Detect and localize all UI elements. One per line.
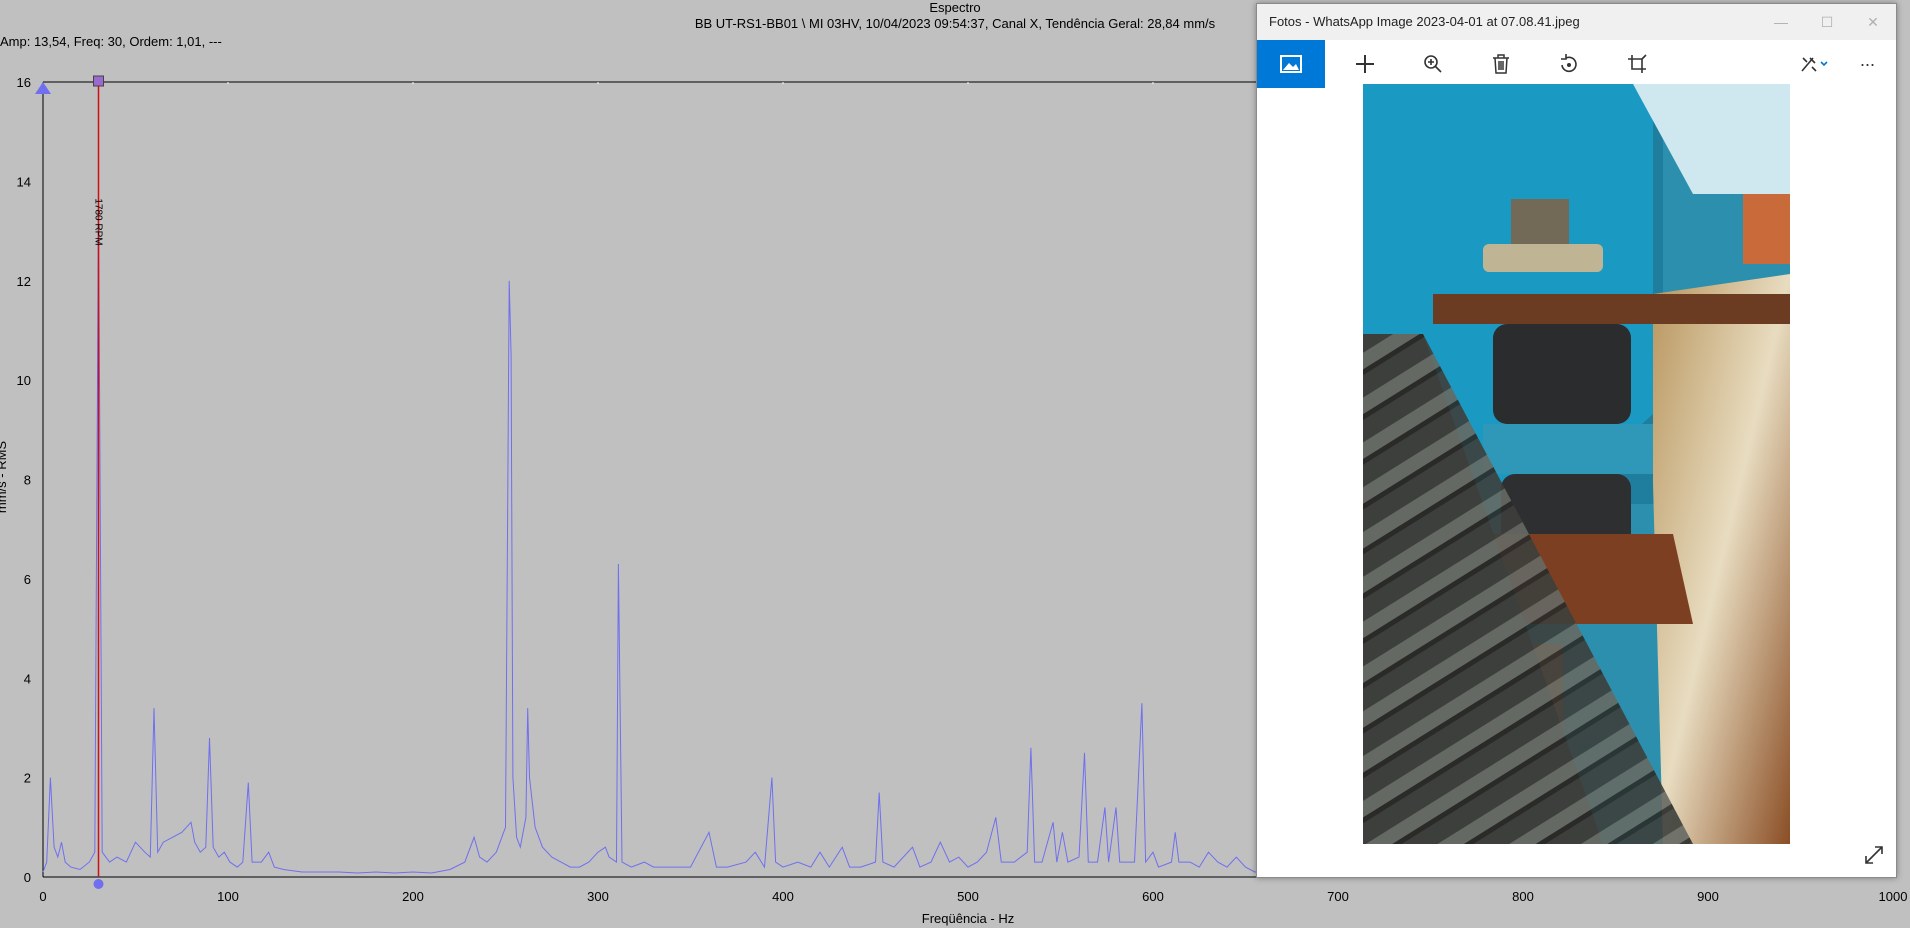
cursor-layer[interactable]: 1780 RPM — [35, 75, 104, 889]
add-button[interactable] — [1341, 40, 1389, 88]
series-layer — [42, 204, 1264, 874]
y-tick-label: 0 — [24, 870, 31, 885]
x-tick-label: 100 — [217, 889, 239, 904]
x-tick-labels: 0 100 200 300 400 500 600 700 800 900 1000 — [39, 889, 1907, 904]
zoom-in-icon — [1424, 55, 1442, 73]
y-tick-label: 2 — [24, 771, 31, 786]
photos-title-bar[interactable]: Fotos - WhatsApp Image 2023-04-01 at 07.… — [1257, 4, 1896, 40]
image-icon — [1280, 55, 1302, 73]
photos-window-title: Fotos - WhatsApp Image 2023-04-01 at 07.… — [1269, 14, 1580, 29]
crop-button[interactable] — [1613, 40, 1661, 88]
x-tick-label: 300 — [587, 889, 609, 904]
edit-menu-button[interactable] — [1787, 40, 1843, 88]
y-tick-label: 16 — [17, 75, 31, 90]
crop-icon — [1628, 54, 1647, 73]
photo-content — [1363, 84, 1790, 844]
y-tick-label: 8 — [24, 473, 31, 488]
x-tick-label: 0 — [39, 889, 46, 904]
more-button[interactable]: ··· — [1843, 40, 1891, 88]
trash-icon — [1493, 54, 1509, 74]
fullscreen-button[interactable] — [1862, 843, 1886, 867]
cursor-rpm-label: 1780 RPM — [93, 198, 104, 245]
y-tick-label: 4 — [24, 671, 31, 686]
x-tick-label: 900 — [1697, 889, 1719, 904]
expand-icon — [1865, 846, 1883, 864]
x-tick-label: 600 — [1142, 889, 1164, 904]
rotate-button[interactable] — [1545, 40, 1593, 88]
y-tick-label: 6 — [24, 572, 31, 587]
y-tick-label: 14 — [17, 174, 31, 189]
x-tick-label: 500 — [957, 889, 979, 904]
rotate-icon — [1561, 54, 1577, 73]
x-tick-label: 800 — [1512, 889, 1534, 904]
cursor-handle[interactable] — [93, 75, 104, 87]
y-tick-label: 12 — [17, 274, 31, 289]
more-icon: ··· — [1859, 53, 1876, 74]
photos-toolbar: ··· — [1257, 40, 1896, 88]
delete-button[interactable] — [1477, 40, 1525, 88]
view-photo-button[interactable] — [1257, 40, 1325, 88]
x-tick-label: 200 — [402, 889, 424, 904]
plus-icon — [1356, 55, 1374, 73]
zoom-button[interactable] — [1409, 40, 1457, 88]
close-button[interactable]: ✕ — [1850, 4, 1896, 40]
x-tick-label: 1000 — [1879, 889, 1908, 904]
y-axis-label: mm/s - RMS — [0, 441, 9, 514]
minimize-button[interactable]: — — [1758, 4, 1804, 40]
maximize-button[interactable]: ☐ — [1804, 4, 1850, 40]
photo-image — [1363, 84, 1790, 844]
y-scale-marker[interactable] — [35, 82, 51, 94]
edit-icon — [1801, 57, 1828, 72]
spectrum-series-line — [42, 204, 1264, 874]
y-tick-labels: 0 2 4 6 8 10 12 14 16 — [17, 75, 31, 885]
photos-window[interactable]: Fotos - WhatsApp Image 2023-04-01 at 07.… — [1256, 3, 1897, 878]
x-tick-label: 700 — [1327, 889, 1349, 904]
cursor-readout: Amp: 13,54, Freq: 30, Ordem: 1,01, --- — [0, 34, 222, 49]
cursor-bottom-marker[interactable] — [93, 879, 104, 889]
x-axis-label: Freqüência - Hz — [922, 911, 1014, 926]
y-tick-label: 10 — [17, 373, 31, 388]
x-tick-label: 400 — [772, 889, 794, 904]
